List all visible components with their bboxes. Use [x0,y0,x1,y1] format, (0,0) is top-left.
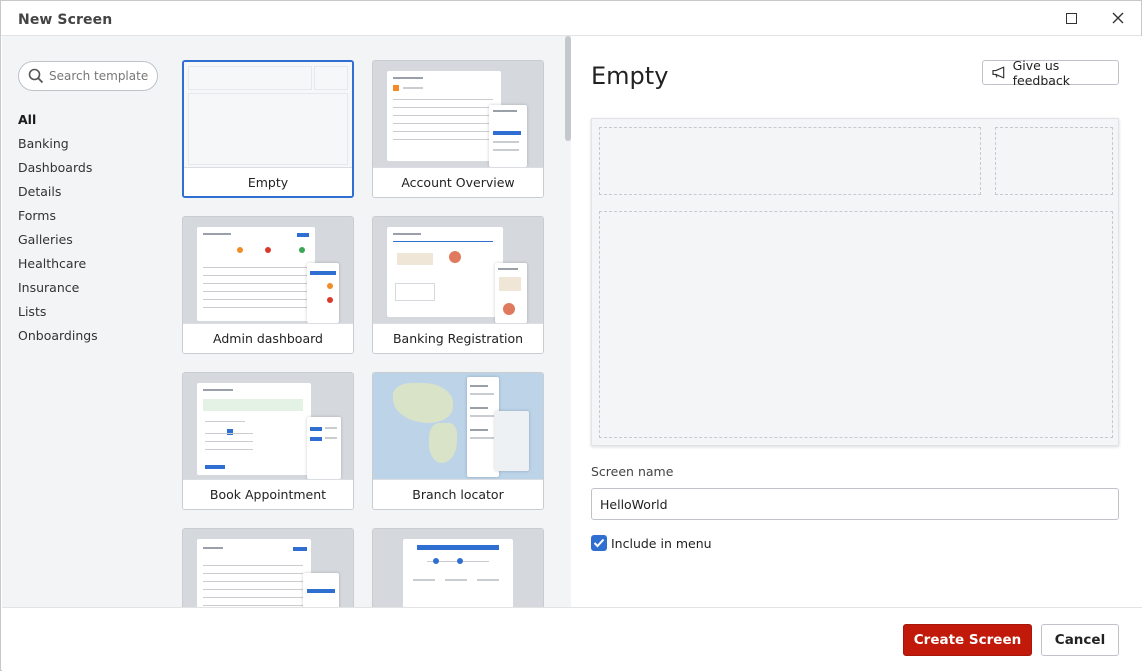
template-label: Account Overview [373,167,543,197]
template-thumbnail [184,62,352,169]
include-in-menu-label: Include in menu [611,535,712,551]
maximize-icon [1065,12,1077,24]
preview-placeholder-header [599,127,981,195]
template-thumbnail [373,529,543,607]
search-box[interactable] [18,61,158,91]
template-label: Banking Registration [373,323,543,353]
preview-placeholder-side [995,127,1113,195]
template-card-book-appointment[interactable]: Book Appointment [182,372,354,510]
template-card-onboarding[interactable] [372,528,544,607]
dialog-title: New Screen [18,12,113,28]
template-thumbnail [373,61,543,168]
template-card-products[interactable] [182,528,354,607]
preview-placeholder-content [599,211,1113,438]
dialog-footer: Create Screen Cancel [2,607,1142,671]
category-details[interactable]: Details [18,180,98,204]
cancel-button[interactable]: Cancel [1041,624,1119,656]
template-card-banking-registration[interactable]: Banking Registration [372,216,544,354]
include-in-menu-checkbox[interactable] [591,535,607,551]
template-label: Book Appointment [183,479,353,509]
screen-name-label: Screen name [591,464,674,479]
category-lists[interactable]: Lists [18,300,98,324]
screen-name-input[interactable] [591,488,1119,520]
megaphone-icon [992,66,1005,79]
checkmark-icon [593,538,605,548]
category-forms[interactable]: Forms [18,204,98,228]
include-in-menu-option[interactable]: Include in menu [591,535,712,551]
new-screen-dialog: New Screen All Banking Dashboards Detail… [0,0,1142,671]
template-thumbnail [183,373,353,480]
template-thumbnail [183,529,353,607]
template-preview [591,118,1119,446]
category-galleries[interactable]: Galleries [18,228,98,252]
template-card-branch-locator[interactable]: Branch locator [372,372,544,510]
template-thumbnail [183,217,353,324]
category-healthcare[interactable]: Healthcare [18,252,98,276]
template-thumbnail [373,373,543,480]
template-scrollbar[interactable] [564,36,571,607]
close-icon [1112,12,1124,24]
template-card-empty[interactable]: Empty [182,60,354,198]
template-label: Branch locator [373,479,543,509]
template-thumbnail [373,217,543,324]
template-label: Empty [184,167,352,196]
create-screen-button[interactable]: Create Screen [903,624,1032,656]
give-feedback-button[interactable]: Give us feedback [982,57,1119,88]
feedback-label: Give us feedback [1012,57,1071,88]
template-card-admin-dashboard[interactable]: Admin dashboard [182,216,354,354]
title-bar: New Screen [1,1,1141,36]
preview-pane: Empty Give us feedback Screen name Inclu… [571,36,1142,607]
category-dashboards[interactable]: Dashboards [18,156,98,180]
close-button[interactable] [1104,5,1132,31]
category-onboardings[interactable]: Onboardings [18,324,98,348]
category-insurance[interactable]: Insurance [18,276,98,300]
template-card-account-overview[interactable]: Account Overview [372,60,544,198]
category-banking[interactable]: Banking [18,132,98,156]
category-all[interactable]: All [18,108,98,132]
preview-title: Empty [591,62,669,90]
search-icon [28,68,44,84]
template-browser: All Banking Dashboards Details Forms Gal… [2,36,571,607]
category-list: All Banking Dashboards Details Forms Gal… [18,108,98,348]
search-input[interactable] [49,69,149,83]
maximize-button[interactable] [1057,5,1085,31]
template-label: Admin dashboard [183,323,353,353]
